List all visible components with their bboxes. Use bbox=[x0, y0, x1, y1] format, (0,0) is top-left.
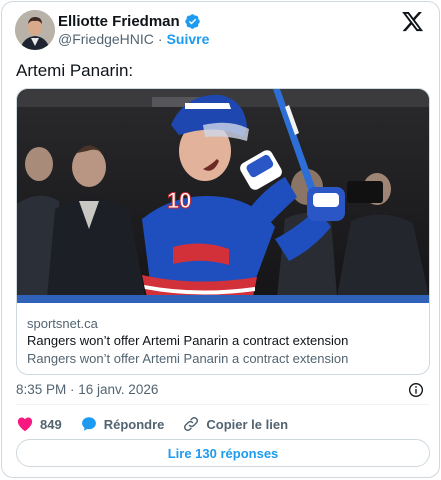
avatar[interactable] bbox=[15, 10, 55, 50]
link-description[interactable]: Rangers won’t offer Artemi Panarin a con… bbox=[27, 351, 348, 366]
jersey-number: 10 bbox=[167, 188, 191, 213]
like-button[interactable]: 849 bbox=[16, 415, 62, 433]
reply-bubble-icon bbox=[81, 417, 96, 431]
copy-link-label: Copier le lien bbox=[206, 416, 289, 432]
like-count: 849 bbox=[40, 416, 62, 432]
link-title[interactable]: Rangers won’t offer Artemi Panarin a con… bbox=[27, 333, 348, 348]
photo-divider bbox=[17, 295, 429, 303]
info-icon[interactable] bbox=[408, 382, 424, 398]
tweet-timestamp[interactable]: 8:35 PM · 16 janv. 2026 bbox=[16, 382, 158, 397]
x-logo-icon[interactable] bbox=[402, 12, 424, 32]
read-replies-button[interactable]: Lire 130 réponses bbox=[16, 439, 430, 467]
reply-button[interactable]: Répondre bbox=[80, 415, 165, 433]
tweet-text: Artemi Panarin: bbox=[16, 61, 134, 80]
action-bar: 849 Répondre Copier le lien bbox=[16, 415, 306, 433]
article-photo[interactable]: 10 bbox=[17, 89, 429, 297]
reply-label: Répondre bbox=[103, 416, 165, 432]
tweet-embed: Elliotte Friedman @FriedgeHNIC · Suivre … bbox=[1, 1, 440, 478]
handle-separator: · bbox=[157, 31, 163, 47]
author-handle[interactable]: @FriedgeHNIC bbox=[58, 31, 154, 47]
link-icon bbox=[184, 416, 199, 432]
verified-badge-icon bbox=[184, 14, 200, 29]
divider bbox=[16, 404, 429, 405]
author-name[interactable]: Elliotte Friedman bbox=[58, 13, 180, 30]
link-preview-card[interactable]: 10 sportsnet.ca Rangers won’t offer Arte… bbox=[16, 88, 430, 375]
copy-link-button[interactable]: Copier le lien bbox=[182, 415, 288, 433]
follow-button[interactable]: Suivre bbox=[167, 31, 210, 47]
link-domain[interactable]: sportsnet.ca bbox=[27, 316, 98, 331]
heart-icon bbox=[17, 417, 33, 432]
